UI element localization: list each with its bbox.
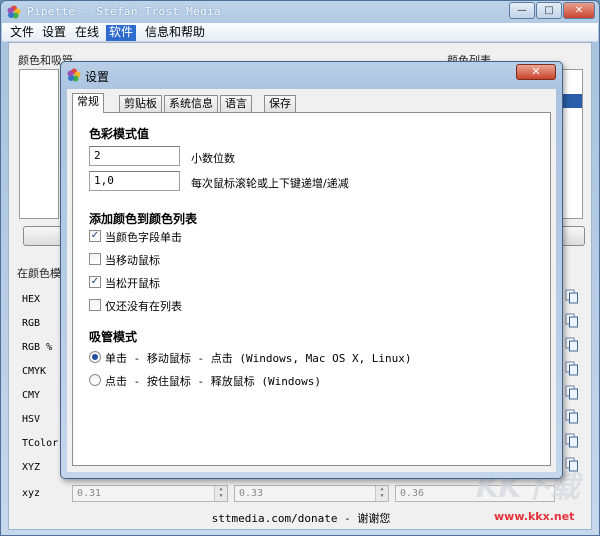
spinner-arrows[interactable]: ▲ ▼ <box>375 486 388 501</box>
xyz-x-spinner[interactable]: 0.31 ▲ ▼ <box>72 485 228 502</box>
copy-icon[interactable] <box>565 433 579 448</box>
close-button[interactable]: ✕ <box>563 2 595 19</box>
general-tab-page: 色彩模式值 2 小数位数 1,0 每次鼠标滚轮或上下键递增/递减 添加颜色到颜色… <box>72 112 551 466</box>
title-bar[interactable]: Pipette - Stefan Trost Media — □ ✕ <box>1 1 599 23</box>
window-title: Pipette - Stefan Trost Media <box>27 5 221 18</box>
checkbox-label: 仅还没有在列表 <box>105 300 182 313</box>
maximize-button[interactable]: □ <box>536 2 562 19</box>
tab-language[interactable]: 语言 <box>220 95 252 112</box>
menu-settings[interactable]: 设置 <box>39 25 69 41</box>
decimals-input[interactable]: 2 <box>89 146 180 166</box>
color-preview-box[interactable] <box>19 69 59 219</box>
spin-down-icon[interactable]: ▼ <box>215 493 227 500</box>
row-label-xyz-lower: xyz <box>22 488 41 499</box>
checkbox-unchecked[interactable] <box>89 299 101 311</box>
xyz-y-spinner[interactable]: 0.33 ▲ ▼ <box>234 485 389 502</box>
row-label-tcolor: TColor <box>22 438 59 449</box>
spin-down-icon[interactable]: ▼ <box>376 493 388 500</box>
checkbox-unchecked[interactable] <box>89 253 101 265</box>
xyz-z-value: 0.36 <box>400 488 425 499</box>
radio-label: 点击 - 按住鼠标 - 释放鼠标 (Windows) <box>105 375 321 388</box>
color-mode-heading: 色彩模式值 <box>89 127 150 141</box>
radio-dot <box>92 354 98 360</box>
tab-clipboard[interactable]: 剪贴板 <box>119 95 162 112</box>
copy-icon[interactable] <box>565 385 579 400</box>
tab-general[interactable]: 常规 <box>72 93 104 113</box>
add-to-list-heading: 添加颜色到颜色列表 <box>89 212 198 226</box>
menu-bar: 文件 设置 在线 软件 信息和帮助 <box>2 23 598 42</box>
step-label: 每次鼠标滚轮或上下键递增/递减 <box>191 177 349 190</box>
copy-icon[interactable] <box>565 289 579 304</box>
pipette-logo-icon <box>7 5 21 19</box>
row-label-hex: HEX <box>22 294 41 305</box>
menu-file[interactable]: 文件 <box>7 25 37 41</box>
copy-icon[interactable] <box>565 337 579 352</box>
watermark-url: www.kkx.net <box>494 510 575 523</box>
row-label-hsv: HSV <box>22 414 41 425</box>
row-label-cmyk: CMYK <box>22 366 47 377</box>
spin-up-icon[interactable]: ▲ <box>215 486 227 493</box>
spinner-arrows[interactable]: ▲ ▼ <box>214 486 227 501</box>
menu-software[interactable]: 软件 <box>106 25 137 41</box>
dialog-title: 设置 <box>85 70 110 84</box>
checkbox-label: 当颜色字段单击 <box>105 231 182 244</box>
radio-selected[interactable] <box>89 351 101 363</box>
minimize-button[interactable]: — <box>509 2 535 19</box>
checkbox-label: 当松开鼠标 <box>105 277 160 290</box>
step-input[interactable]: 1,0 <box>89 171 180 191</box>
radio-label: 单击 - 移动鼠标 - 点击 (Windows, Mac OS X, Linux… <box>105 352 412 365</box>
menu-info-help[interactable]: 信息和帮助 <box>142 25 208 41</box>
row-label-xyz-upper: XYZ <box>22 462 41 473</box>
pick-color-button[interactable] <box>23 226 63 246</box>
pipette-logo-icon <box>67 68 81 82</box>
row-label-rgb: RGB <box>22 318 41 329</box>
checkbox-checked[interactable]: ✓ <box>89 276 101 288</box>
tab-save[interactable]: 保存 <box>264 95 296 112</box>
menu-online[interactable]: 在线 <box>72 25 102 41</box>
copy-icon[interactable] <box>565 313 579 328</box>
dialog-close-button[interactable]: ✕ <box>516 64 556 80</box>
row-label-rgb-percent: RGB % <box>22 342 53 353</box>
pipette-mode-heading: 吸管模式 <box>89 330 138 344</box>
dialog-client: 常规 剪贴板 系统信息 语言 保存 色彩模式值 2 小数位数 1,0 每次鼠标滚… <box>67 89 556 472</box>
spin-up-icon[interactable]: ▲ <box>376 486 388 493</box>
checkbox-label: 当移动鼠标 <box>105 254 160 267</box>
color-formats-group-label: 在颜色模 <box>17 267 61 280</box>
xyz-y-value: 0.33 <box>239 488 264 499</box>
copy-icon[interactable] <box>565 409 579 424</box>
row-label-cmy: CMY <box>22 390 41 401</box>
tab-system-info[interactable]: 系统信息 <box>164 95 218 112</box>
radio-unselected[interactable] <box>89 374 101 386</box>
checkbox-checked[interactable]: ✓ <box>89 230 101 242</box>
decimals-label: 小数位数 <box>191 152 235 165</box>
xyz-x-value: 0.31 <box>77 488 102 499</box>
copy-icon[interactable] <box>565 361 579 376</box>
settings-dialog: 设置 ✕ 常规 剪贴板 系统信息 语言 保存 色彩模式值 2 小数位数 1,0 … <box>60 61 563 479</box>
